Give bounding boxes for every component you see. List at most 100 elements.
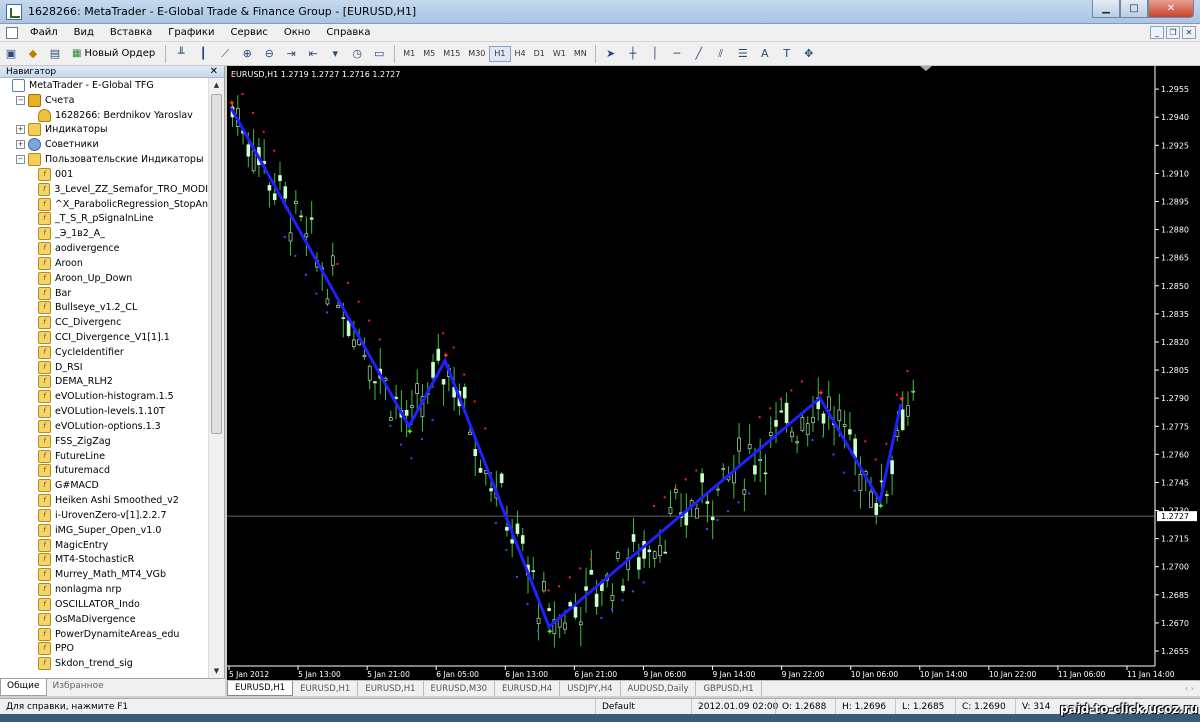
menu-insert[interactable]: Вставка [102,27,160,38]
timeframe-m15[interactable]: M15 [439,46,464,62]
mdi-minimize-button[interactable]: _ [1150,26,1164,39]
tree-indicators[interactable]: + Индикаторы [0,122,208,137]
tree-indicator-item[interactable]: f PowerDynamiteAreas_edu [0,627,208,642]
channel-icon[interactable]: ⫽ [712,45,730,63]
tree-indicator-item[interactable]: f Bar [0,286,208,301]
tree-indicator-item[interactable]: f DEMA_RLH2 [0,375,208,390]
timeframe-w1[interactable]: W1 [549,46,570,62]
collapse-icon[interactable]: − [16,95,25,105]
menu-window[interactable]: Окно [276,27,319,38]
tree-account[interactable]: 1628266: Berdnikov Yaroslav [0,108,208,123]
candlestick-icon[interactable]: ┃ [194,45,212,63]
tree-indicator-item[interactable]: f Murrey_Math_MT4_VGb [0,567,208,582]
tree-indicator-item[interactable]: f Heiken Ashi Smoothed_v2 [0,493,208,508]
tree-indicator-item[interactable]: f aodivergence [0,241,208,256]
tab-common[interactable]: Общие [0,679,47,696]
tree-indicator-item[interactable]: f MagicEntry [0,538,208,553]
text-label-icon[interactable]: T [778,45,796,63]
maximize-button[interactable]: □ [1120,0,1148,18]
tree-advisors[interactable]: + Советники [0,137,208,152]
scroll-thumb[interactable] [211,94,222,434]
fibonacci-icon[interactable]: ☰ [734,45,752,63]
line-chart-icon[interactable]: ⟋ [216,45,234,63]
collapse-icon[interactable]: − [16,155,25,165]
vertical-line-icon[interactable]: │ [646,45,664,63]
scroll-down-icon[interactable]: ▼ [209,664,224,678]
tree-indicator-item[interactable]: f i-UrovenZero-v[1].2.2.7 [0,508,208,523]
tree-indicator-item[interactable]: f 001 [0,167,208,182]
tree-indicator-item[interactable]: f Bullseye_v1.2_CL [0,300,208,315]
text-icon[interactable]: A [756,45,774,63]
timeframe-m5[interactable]: M5 [419,46,439,62]
chart-tab[interactable]: EURUSD,H1 [358,681,424,696]
trendline-icon[interactable]: ╱ [690,45,708,63]
tree-indicator-item[interactable]: f _Э_1в2_А_ [0,226,208,241]
autoscroll-icon[interactable]: ⇥ [282,45,300,63]
timeframe-h4[interactable]: H4 [511,46,530,62]
tree-indicator-item[interactable]: f eVOLution-histogram.1.5 [0,389,208,404]
tab-favorites[interactable]: Избранное [47,679,110,696]
chart-tab[interactable]: EURUSD,H4 [495,681,561,696]
timeframe-h1[interactable]: H1 [489,45,511,62]
tree-indicator-item[interactable]: f Aroon [0,256,208,271]
menu-charts[interactable]: Графики [160,27,222,38]
zoom-in-icon[interactable]: ⊕ [238,45,256,63]
tree-indicator-item[interactable]: f ^X_ParabolicRegression_StopAn [0,197,208,212]
tree-indicator-item[interactable]: f OsMaDivergence [0,612,208,627]
market-watch-icon[interactable]: ◆ [24,45,42,63]
zoom-out-icon[interactable]: ⊖ [260,45,278,63]
mdi-restore-button[interactable]: ❐ [1166,26,1180,39]
tree-indicator-item[interactable]: f Aroon_Up_Down [0,271,208,286]
tree-indicator-item[interactable]: f 3_Level_ZZ_Semafor_TRO_MODI [0,182,208,197]
indicators-icon[interactable]: ▾ [326,45,344,63]
navigator-icon[interactable]: ▤ [46,45,64,63]
price-chart[interactable]: EURUSD,H1 1.2719 1.2727 1.2716 1.2727 1.2… [227,66,1200,680]
tree-accounts[interactable]: − Счета [0,93,208,108]
tree-indicator-item[interactable]: f futuremacd [0,464,208,479]
expand-icon[interactable]: + [16,140,25,150]
tree-indicator-item[interactable]: f MT4-StochasticR [0,553,208,568]
tree-indicator-item[interactable]: f G#MACD [0,478,208,493]
timeframe-m30[interactable]: M30 [464,46,489,62]
tree-indicator-item[interactable]: f CC_Divergenc [0,315,208,330]
chart-doc-icon[interactable] [6,26,18,39]
tree-indicator-item[interactable]: f nonlagma nrp [0,582,208,597]
tree-indicator-item[interactable]: f FutureLine [0,449,208,464]
tree-indicator-item[interactable]: f OSCILLATOR_Indo [0,597,208,612]
chart-tab[interactable]: GBPUSD,H1 [696,681,762,696]
tree-indicator-item[interactable]: f CycleIdentifier [0,345,208,360]
tree-indicator-item[interactable]: f _T_S_R_pSignalnLine [0,211,208,226]
tree-indicator-item[interactable]: f Skdon_trend_sig [0,656,208,671]
tree-indicator-item[interactable]: f PPO [0,641,208,656]
tree-indicator-item[interactable]: f iMG_Super_Open_v1.0 [0,523,208,538]
new-order-button[interactable]: ▦ Новый Ордер [68,45,159,63]
chart-tab[interactable]: USDJPY,H4 [560,681,621,696]
chart-shift-icon[interactable]: ⇤ [304,45,322,63]
crosshair-icon[interactable]: ┼ [624,45,642,63]
bar-chart-icon[interactable]: ╨ [172,45,190,63]
mdi-close-button[interactable]: ✕ [1182,26,1196,39]
timeframe-m1[interactable]: M1 [399,46,419,62]
chart-window[interactable]: EURUSD,H1 1.2719 1.2727 1.2716 1.2727 1.2… [227,66,1200,680]
chart-tab[interactable]: EURUSD,H1 [293,681,359,696]
tree-root[interactable]: MetaTrader - E-Global TFG [0,78,208,93]
menu-help[interactable]: Справка [318,27,378,38]
menu-file[interactable]: Файл [22,27,66,38]
tree-indicator-item[interactable]: f D_RSI [0,360,208,375]
tab-scroll-arrows[interactable]: ‹ › [1185,684,1194,693]
navigator-scrollbar[interactable]: ▲ ▼ [208,78,224,678]
tree-custom-indicators[interactable]: − Пользовательские Индикаторы [0,152,208,167]
menu-view[interactable]: Вид [66,27,102,38]
periods-icon[interactable]: ◷ [348,45,366,63]
timeframe-mn[interactable]: MN [570,46,591,62]
close-button[interactable]: ✕ [1148,0,1194,18]
tree-indicator-item[interactable]: f eVOLution-options.1.3 [0,419,208,434]
navigator-close-icon[interactable]: ✕ [210,66,218,77]
chart-tab[interactable]: EURUSD,H1 [227,681,294,696]
chart-tab[interactable]: AUDUSD,Daily [621,681,697,696]
cursor-icon[interactable]: ➤ [602,45,620,63]
tree-indicator-item[interactable]: f FSS_ZigZag [0,434,208,449]
templates-icon[interactable]: ▭ [370,45,388,63]
arrows-icon[interactable]: ✥ [800,45,818,63]
expand-icon[interactable]: + [16,125,25,135]
